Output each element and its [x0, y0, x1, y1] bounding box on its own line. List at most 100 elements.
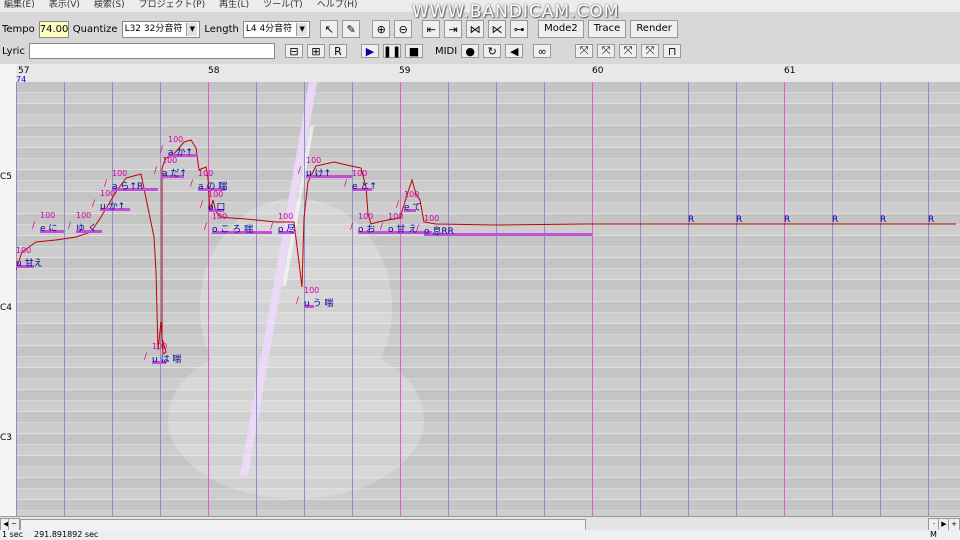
horizontal-scrollbar[interactable]: ◀ ~ - ▶ + — [0, 516, 960, 531]
note-slash: / — [160, 145, 164, 155]
note-lyric[interactable]: o こ ろ 喘 — [212, 222, 253, 235]
note-velocity: 100 — [424, 214, 440, 223]
measure-number: 58 — [208, 66, 220, 76]
note-lyric[interactable]: u け↑ — [306, 166, 331, 179]
zoom-out-button[interactable]: ⊖ — [394, 20, 413, 38]
note-velocity: 100 — [168, 135, 184, 144]
note-lyric[interactable]: o お — [358, 222, 375, 235]
length-label: Length — [204, 23, 239, 35]
menu-help[interactable]: ヘルプ(H) — [317, 0, 358, 12]
note-lyric[interactable]: o 甘 え — [388, 222, 417, 235]
menu-search[interactable]: 検索(S) — [94, 0, 125, 12]
tempo-input[interactable]: 74.00 — [38, 20, 69, 38]
rest-note[interactable]: R — [832, 215, 838, 225]
note-velocity: 100 — [112, 169, 128, 178]
piano-roll-grid[interactable]: /100u 甘え/100e に/100ゆ く/100u か↑/100a ら↑R/… — [16, 82, 960, 516]
record-button[interactable]: ● — [461, 44, 480, 58]
status-time: 291.891892 sec — [34, 530, 99, 539]
rest-note[interactable]: R — [880, 215, 886, 225]
length-select[interactable]: L4 4分音符 ▼ — [242, 20, 311, 38]
zoom-in-button[interactable]: ⊕ — [372, 20, 391, 38]
menu-play[interactable]: 再生(L) — [219, 0, 249, 12]
note-velocity: 100 — [208, 190, 224, 199]
note-velocity: 100 — [40, 211, 56, 220]
chevron-down-icon[interactable]: ▼ — [186, 22, 198, 36]
tempo-label: Tempo — [2, 23, 35, 35]
rest-note[interactable]: R — [736, 215, 742, 225]
envelope-5-button[interactable]: ⊓ — [663, 44, 682, 58]
pointer-tool-button[interactable]: ↖ — [320, 20, 339, 38]
stop-button[interactable]: ■ — [404, 44, 423, 58]
tool-r-button[interactable]: R — [328, 44, 347, 58]
menu-project[interactable]: プロジェクト(P) — [139, 0, 205, 12]
quantize-select[interactable]: L32 32分音符 ▼ — [121, 20, 201, 38]
note-lyric[interactable]: ゆ く — [76, 221, 97, 234]
loop-button[interactable]: ↻ — [483, 44, 502, 58]
snap-button[interactable]: ⊶ — [510, 20, 529, 38]
note-lyric[interactable]: u 甘え — [16, 256, 43, 269]
status-mode: M — [930, 530, 937, 539]
status-bar: 1 sec 291.891892 sec M — [0, 530, 960, 540]
note-lyric[interactable]: a だ↑ — [162, 166, 187, 179]
note-slash: / — [204, 222, 208, 232]
pencil-tool-button[interactable]: ✎ — [342, 20, 361, 38]
note-lyric[interactable]: a ら↑R — [112, 179, 143, 192]
note-lyric[interactable]: e に — [40, 221, 57, 234]
menu-edit[interactable]: 編集(E) — [4, 0, 35, 12]
pause-button[interactable]: ❚❚ — [383, 44, 401, 58]
note-slash: / — [104, 179, 108, 189]
note-lyric[interactable]: e て — [404, 200, 421, 213]
menu-tools[interactable]: ツール(T) — [263, 0, 303, 12]
trace-button[interactable]: Trace — [587, 20, 627, 38]
rest-note[interactable]: R — [784, 215, 790, 225]
quantize-value: L32 32分音符 — [124, 23, 183, 34]
render-button[interactable]: Render — [630, 20, 678, 38]
mode2-button[interactable]: Mode2 — [538, 20, 584, 38]
note-velocity: 100 — [16, 246, 32, 255]
envelope-3-button[interactable]: ⤧ — [619, 44, 638, 58]
envelope-1-button[interactable]: ⤧ — [575, 44, 594, 58]
piano-keyboard[interactable]: C5 C4 C3 — [0, 64, 17, 520]
lyric-input[interactable] — [28, 43, 275, 59]
note-lyric[interactable]: u か↑ — [100, 199, 125, 212]
tool-b-button[interactable]: ⊞ — [306, 44, 325, 58]
speaker-icon[interactable]: ◀ — [505, 44, 524, 58]
note-slash: / — [380, 222, 384, 232]
lyric-label: Lyric — [2, 45, 25, 57]
note-slash: / — [350, 222, 354, 232]
menu-view[interactable]: 表示(V) — [49, 0, 80, 12]
link-icon[interactable]: ∞ — [533, 44, 552, 58]
shrink-left-button[interactable]: ⇤ — [422, 20, 441, 38]
note-slash: / — [396, 200, 400, 210]
note-lyric[interactable]: o 尽 — [278, 222, 295, 235]
note-lyric[interactable]: a か↑ — [168, 145, 193, 158]
note-slash: / — [416, 224, 420, 234]
rest-note[interactable]: R — [688, 215, 694, 225]
note-slash: / — [270, 222, 274, 232]
measure-ruler[interactable]: 57 58 59 60 61 — [16, 64, 960, 83]
envelope-2-button[interactable]: ⤧ — [597, 44, 616, 58]
note-slash: / — [68, 221, 72, 231]
rest-note[interactable]: R — [928, 215, 934, 225]
note-velocity: 100 — [352, 169, 368, 178]
note-velocity: 100 — [152, 342, 168, 351]
tool-a-button[interactable]: ⊟ — [284, 44, 303, 58]
midi-label: MIDI — [434, 45, 458, 57]
note-lyric[interactable]: u う 喘 — [304, 296, 333, 309]
note-lyric[interactable]: u は 喘 — [152, 352, 181, 365]
fit-button[interactable]: ⋈ — [466, 20, 485, 38]
note-slash: / — [298, 166, 302, 176]
expand-right-button[interactable]: ⇥ — [444, 20, 463, 38]
note-slash: / — [144, 352, 148, 362]
expand-both-button[interactable]: ⋉ — [488, 20, 507, 38]
play-button[interactable]: ▶ — [360, 44, 379, 58]
chevron-down-icon[interactable]: ▼ — [296, 22, 308, 36]
note-slash: / — [344, 179, 348, 189]
envelope-4-button[interactable]: ⤧ — [641, 44, 660, 58]
note-velocity: 100 — [306, 156, 322, 165]
status-unit: 1 sec — [2, 530, 24, 539]
note-velocity: 100 — [198, 169, 214, 178]
note-lyric[interactable]: e と↑ — [352, 179, 377, 192]
length-value: L4 4分音符 — [245, 23, 293, 34]
note-lyric[interactable]: o 息RR — [424, 224, 454, 237]
